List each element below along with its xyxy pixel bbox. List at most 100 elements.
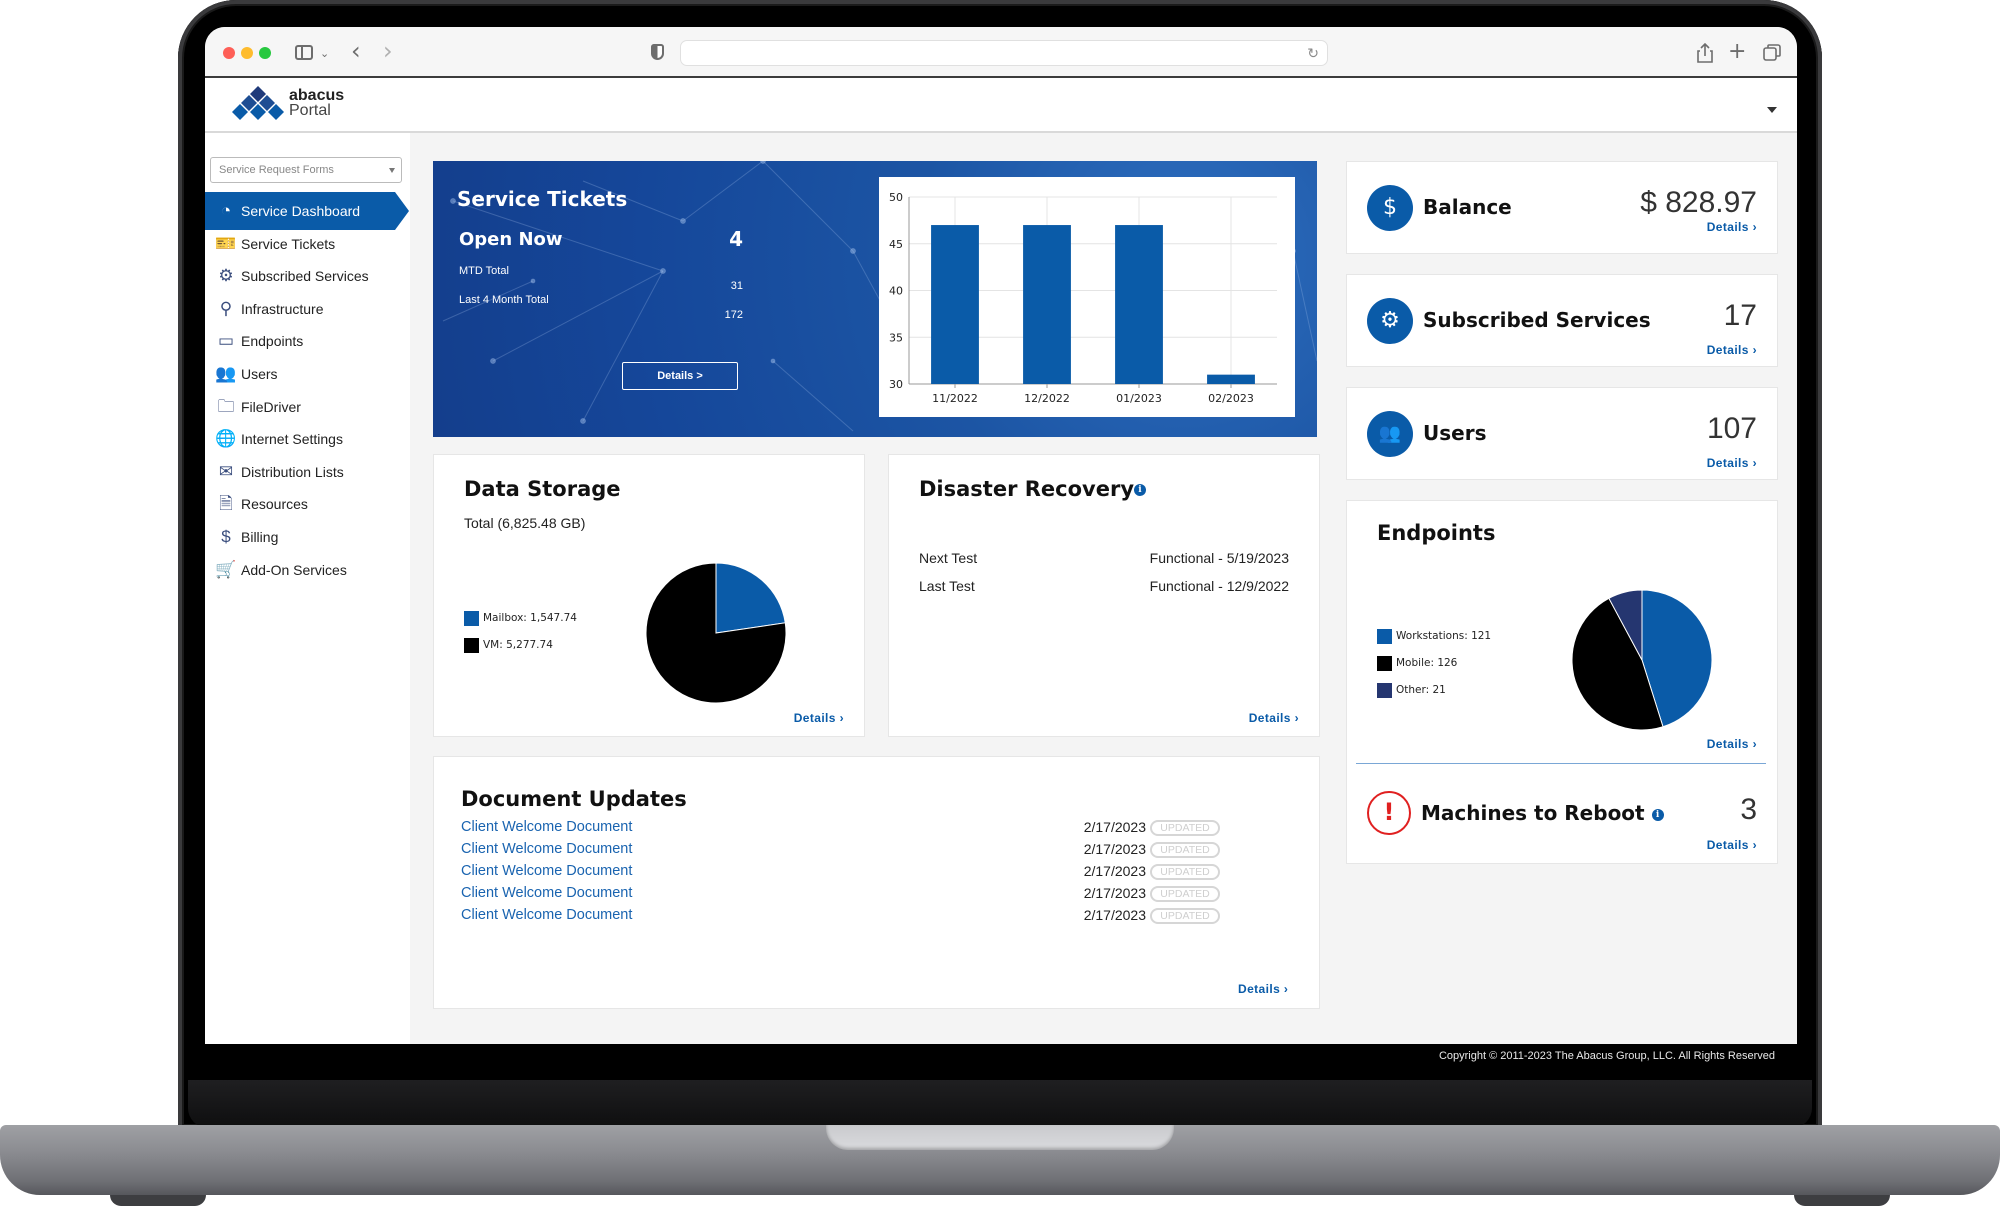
sidebar-item-label: Subscribed Services	[241, 268, 369, 285]
sidebar-item-label: Endpoints	[241, 333, 304, 350]
open-now-label: Open Now	[459, 229, 563, 250]
alert-icon: !	[1367, 791, 1411, 835]
endpoints-title: Endpoints	[1377, 521, 1496, 545]
sidebar: Service Request Forms ◔ Service Dashboard…	[205, 133, 410, 1070]
sidebar-item-add-on-services[interactable]: 🛒 Add-On Services	[205, 551, 410, 589]
laptop-foot	[1794, 1195, 1890, 1206]
last-test-label: Last Test	[919, 578, 975, 594]
tabs-overview-icon[interactable]	[1763, 44, 1781, 62]
updated-badge: UPDATED	[1150, 820, 1220, 836]
info-icon[interactable]: i	[1134, 484, 1147, 496]
bar-11-2022	[931, 225, 979, 384]
document-link[interactable]: Client Welcome Document	[461, 907, 632, 923]
document-date: 2/17/2023	[1083, 863, 1146, 879]
users-details-link[interactable]: Details ›	[1707, 456, 1757, 470]
legend-swatch	[464, 638, 479, 653]
data-storage-card: Data Storage Total (6,825.48 GB) Mailbox…	[433, 454, 865, 737]
data-storage-pie-chart	[645, 562, 787, 704]
logo-line-2: Portal	[289, 102, 331, 119]
subscribed-services-card: ⚙ Subscribed Services 17 Details ›	[1346, 274, 1778, 367]
y-tick-label: 50	[889, 191, 903, 204]
last-4-month-value: 172	[724, 309, 743, 321]
sidebar-item-label: Distribution Lists	[241, 463, 344, 480]
folder-icon: 🗀	[217, 396, 235, 416]
last-test-value: Functional - 12/9/2022	[1149, 578, 1289, 594]
machines-to-reboot-label: Machines to Reboot i	[1421, 801, 1664, 825]
legend-label: Other: 21	[1396, 684, 1446, 696]
subscribed-services-details-link[interactable]: Details ›	[1707, 343, 1757, 357]
sidebar-item-label: Service Tickets	[241, 235, 336, 252]
endpoints-details-link[interactable]: Details ›	[1707, 737, 1757, 751]
logo-text: abacus Portal	[289, 88, 344, 119]
minimize-window-button[interactable]	[241, 47, 253, 59]
sidebar-item-label: Users	[241, 366, 278, 382]
reload-icon[interactable]: ↻	[1307, 41, 1319, 67]
last-4-month-label: Last 4 Month Total	[459, 294, 549, 306]
document-link[interactable]: Client Welcome Document	[461, 863, 632, 879]
machines-to-reboot-details-link[interactable]: Details ›	[1707, 838, 1757, 852]
service-tickets-card: Service Tickets Open Now 4 MTD Total 31 …	[433, 161, 1317, 437]
updated-badge: UPDATED	[1150, 908, 1220, 924]
maximize-window-button[interactable]	[259, 47, 271, 59]
legend-label: Mobile: 126	[1396, 657, 1458, 669]
service-tickets-title: Service Tickets	[457, 187, 628, 211]
y-tick-label: 30	[889, 378, 903, 391]
machines-to-reboot-value: 3	[1740, 793, 1757, 826]
subscribed-services-label: Subscribed Services	[1423, 308, 1651, 332]
disaster-recovery-card: Disaster Recovery i Next Test Functional …	[888, 454, 1320, 737]
sidebar-item-label: Resources	[241, 496, 308, 513]
address-bar[interactable]: ↻	[680, 40, 1328, 66]
document-updates-title: Document Updates	[461, 787, 687, 811]
legend-label: VM: 5,277.74	[483, 639, 553, 651]
laptop-opening-notch	[826, 1125, 1174, 1150]
machines-to-reboot-text: Machines to Reboot	[1421, 801, 1645, 825]
info-icon[interactable]: i	[1651, 808, 1664, 821]
forward-icon[interactable]: ›	[383, 37, 393, 65]
globe-icon: 🌐	[215, 429, 237, 449]
sidebar-toggle-icon[interactable]	[295, 45, 313, 60]
document-link[interactable]: Client Welcome Document	[461, 819, 632, 835]
balance-details-link[interactable]: Details ›	[1707, 220, 1757, 234]
dollar-icon: $	[221, 527, 231, 546]
close-window-button[interactable]	[223, 47, 235, 59]
share-icon[interactable]	[1697, 43, 1713, 63]
gear-icon: ⚙	[1367, 298, 1413, 344]
document-icon: 🗎	[219, 494, 233, 514]
document-link[interactable]: Client Welcome Document	[461, 841, 632, 857]
x-tick-label: 01/2023	[1116, 392, 1162, 405]
account-dropdown-caret[interactable]	[1767, 107, 1777, 113]
users-value: 107	[1706, 412, 1757, 445]
document-updates-details-link[interactable]: Details ›	[1238, 982, 1288, 996]
legend-label: Workstations: 121	[1396, 630, 1492, 642]
service-tickets-details-button[interactable]: Details >	[622, 362, 738, 390]
laptop-foot	[110, 1195, 206, 1206]
disaster-recovery-details-link[interactable]: Details ›	[1249, 711, 1299, 725]
x-tick-label: 02/2023	[1208, 392, 1254, 405]
sidebar-item-label: Service Dashboard	[241, 203, 361, 219]
service-request-forms-select[interactable]: Service Request Forms	[210, 157, 402, 183]
shield-icon[interactable]	[651, 44, 664, 60]
chevron-down-icon[interactable]: ⌄	[320, 40, 329, 68]
tickets-bar-chart: 30 35 40 45 50 11/2022 12/2022 01/2023 02/2023	[879, 177, 1295, 417]
back-icon[interactable]: ‹	[351, 37, 361, 65]
disaster-recovery-title: Disaster Recovery i	[919, 477, 1147, 501]
sidebar-item-label: Internet Settings	[241, 431, 343, 448]
legend-label: Mailbox: 1,547.74	[483, 612, 577, 624]
site-header: abacus Portal	[205, 78, 1797, 133]
new-tab-icon[interactable]: +	[1728, 38, 1746, 66]
data-storage-details-link[interactable]: Details ›	[794, 711, 844, 725]
abacus-logo[interactable]	[227, 84, 289, 128]
legend-swatch	[464, 611, 479, 626]
updated-badge: UPDATED	[1150, 842, 1220, 858]
network-tree-icon: ⚲	[219, 298, 233, 318]
pie-slice-mailbox	[715, 562, 786, 634]
sidebar-item-label: Billing	[241, 529, 279, 545]
document-link[interactable]: Client Welcome Document	[461, 885, 632, 901]
y-tick-label: 40	[889, 285, 903, 298]
cart-icon: 🛒	[215, 559, 237, 579]
tickets-bar-chart-svg: 30 35 40 45 50 11/2022 12/2022 01/2023 02/2023	[889, 191, 1277, 405]
browser-toolbar: ⌄ ‹ › ↻ +	[205, 27, 1797, 78]
users-icon: 👥	[1367, 411, 1413, 457]
users-card: 👥 Users 107 Details ›	[1346, 387, 1778, 480]
data-storage-total: Total (6,825.48 GB)	[464, 515, 586, 531]
